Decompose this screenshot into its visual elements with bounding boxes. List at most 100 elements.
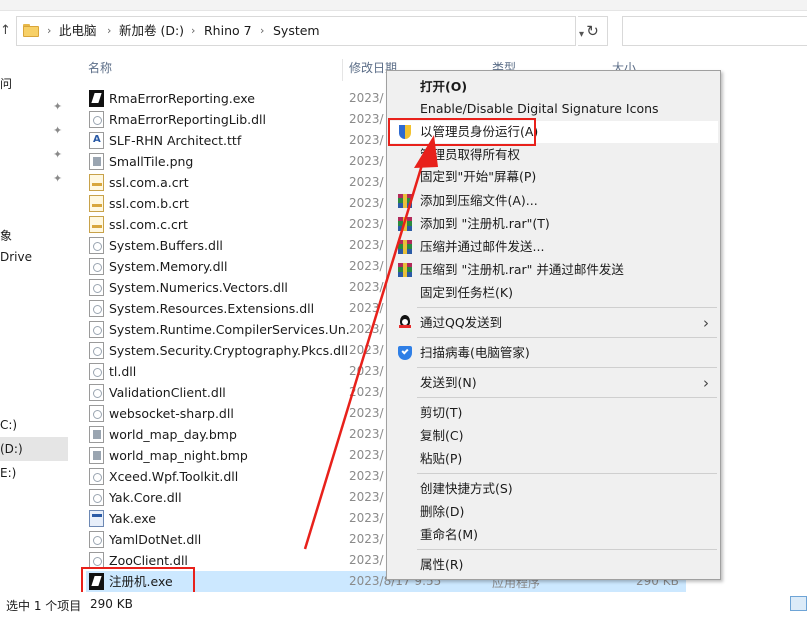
winrar-icon	[397, 216, 413, 232]
file-date: 2023/8	[349, 322, 384, 336]
breadcrumb-drive-d[interactable]: 新加卷 (D:)	[119, 23, 184, 39]
nav-item-drive-c[interactable]: C:)	[0, 418, 17, 432]
nav-item-onedrive[interactable]: Drive	[0, 250, 32, 264]
app-icon	[89, 90, 104, 107]
file-name: System.Resources.Extensions.dll	[109, 301, 315, 316]
menu-item-paste[interactable]: 粘贴(P)	[389, 448, 718, 470]
font-icon	[89, 132, 104, 149]
menu-item-scan-virus[interactable]: 扫描病毒(电脑管家)	[389, 342, 718, 364]
menu-item-add-archive[interactable]: 添加到压缩文件(A)...	[389, 190, 718, 212]
menu-item-add-rar[interactable]: 添加到 "注册机.rar"(T)	[389, 213, 718, 235]
menu-item-rename[interactable]: 重命名(M)	[389, 524, 718, 546]
file-name: Yak.Core.dll	[109, 490, 182, 505]
menu-item-open[interactable]: 打开(O)	[389, 76, 718, 98]
refresh-button[interactable]: ↻	[578, 16, 608, 46]
chevron-right-icon: ›	[703, 314, 709, 332]
chevron-right-icon: ›	[260, 24, 265, 37]
breadcrumb-system[interactable]: System	[273, 23, 320, 39]
file-date: 2023/8	[349, 133, 384, 147]
highlight-box-selected-file	[81, 567, 195, 595]
file-date: 2023/8	[349, 364, 384, 378]
file-date: 2023/7	[349, 427, 384, 441]
menu-item-compress-email[interactable]: 压缩并通过邮件发送...	[389, 236, 718, 258]
pin-icon: ✦	[53, 100, 63, 113]
menu-item-pin-taskbar[interactable]: 固定到任务栏(K)	[389, 282, 718, 304]
file-date: 2023/8	[349, 91, 384, 105]
pin-icon: ✦	[53, 148, 63, 161]
file-date: 2023/7	[349, 196, 384, 210]
file-name: ssl.com.c.crt	[109, 217, 188, 232]
menu-item-take-ownership[interactable]: 管理员取得所有权	[389, 144, 718, 166]
file-date: 2023/8	[349, 112, 384, 126]
menu-item-properties[interactable]: 属性(R)	[389, 554, 718, 576]
nav-item-drive-e[interactable]: E:)	[0, 466, 16, 480]
nav-item-drive-d[interactable]: (D:)	[0, 442, 23, 456]
menu-item-send-qq[interactable]: 通过QQ发送到 ›	[389, 312, 718, 334]
file-name: ssl.com.a.crt	[109, 175, 189, 190]
status-bar: 选中 1 个项目 290 KB	[0, 592, 807, 617]
search-input[interactable]	[622, 16, 807, 46]
details-view-button[interactable]	[790, 596, 807, 611]
breadcrumb-rhino7[interactable]: Rhino 7	[204, 23, 252, 39]
file-date: 2023/7	[349, 175, 384, 189]
pin-icon: ✦	[53, 124, 63, 137]
file-date: 2023/7	[349, 217, 384, 231]
file-name: SmallTile.png	[109, 154, 194, 169]
dll-icon	[89, 111, 104, 128]
certificate-icon	[89, 216, 104, 233]
file-date: 2023/8	[349, 532, 384, 546]
menu-item-send-to[interactable]: 发送到(N) ›	[389, 372, 718, 394]
status-selection: 选中 1 个项目	[6, 599, 82, 613]
chevron-right-icon: ›	[703, 374, 709, 392]
file-date: 2023/7	[349, 154, 384, 168]
file-name: System.Buffers.dll	[109, 238, 223, 253]
highlight-box-run-as-admin	[388, 118, 536, 146]
qq-penguin-icon	[397, 315, 413, 331]
image-icon	[89, 153, 104, 170]
file-date: 2023/8	[349, 301, 384, 315]
dll-icon	[89, 489, 104, 506]
menu-separator	[417, 473, 717, 474]
nav-item-quick-access[interactable]: 问	[0, 75, 12, 92]
file-name: world_map_day.bmp	[109, 427, 237, 442]
up-arrow-icon[interactable]: ↑	[0, 23, 14, 39]
nav-item-objects[interactable]: 象	[0, 227, 12, 244]
address-bar[interactable]: › 此电脑 › 新加卷 (D:) › Rhino 7 › System ▾	[16, 16, 584, 46]
menu-item-delete[interactable]: 删除(D)	[389, 501, 718, 523]
menu-separator	[417, 337, 717, 338]
dll-icon	[89, 237, 104, 254]
file-date: 2023/8	[349, 238, 384, 252]
file-name: RmaErrorReportingLib.dll	[109, 112, 266, 127]
dll-icon	[89, 300, 104, 317]
breadcrumb-this-pc[interactable]: 此电脑	[59, 23, 97, 39]
menu-item-copy[interactable]: 复制(C)	[389, 425, 718, 447]
winrar-icon	[397, 239, 413, 255]
certificate-icon	[89, 174, 104, 191]
menu-item-pin-start[interactable]: 固定到"开始"屏幕(P)	[389, 166, 718, 188]
status-size: 290 KB	[90, 597, 133, 611]
menu-separator	[417, 307, 717, 308]
dll-icon	[89, 468, 104, 485]
menu-item-cut[interactable]: 剪切(T)	[389, 402, 718, 424]
file-date: 2023/7	[349, 448, 384, 462]
chevron-right-icon: ›	[107, 24, 112, 37]
file-name: ZooClient.dll	[109, 553, 188, 568]
address-bar-row: ↑ › 此电脑 › 新加卷 (D:) › Rhino 7 › System ▾ …	[0, 11, 807, 51]
pc-manager-shield-icon	[397, 345, 413, 361]
menu-item-create-shortcut[interactable]: 创建快捷方式(S)	[389, 478, 718, 500]
dll-icon	[89, 384, 104, 401]
dll-icon	[89, 531, 104, 548]
navigation-pane: 问 ✦ ✦ ✦ ✦ 象 Drive C:) (D:) E:)	[0, 51, 68, 591]
dll-icon	[89, 405, 104, 422]
file-name: System.Memory.dll	[109, 259, 228, 274]
chevron-right-icon: ›	[191, 24, 196, 37]
file-name: websocket-sharp.dll	[109, 406, 234, 421]
menu-item-signature-icons[interactable]: Enable/Disable Digital Signature Icons	[389, 98, 718, 120]
context-menu: 打开(O) Enable/Disable Digital Signature I…	[386, 70, 721, 580]
chevron-right-icon: ›	[47, 24, 52, 37]
file-date: 2023/8	[349, 259, 384, 273]
file-name: ValidationClient.dll	[109, 385, 226, 400]
menu-item-compress-rar-email[interactable]: 压缩到 "注册机.rar" 并通过邮件发送	[389, 259, 718, 281]
dll-icon	[89, 321, 104, 338]
file-date: 2023/8	[349, 343, 384, 357]
